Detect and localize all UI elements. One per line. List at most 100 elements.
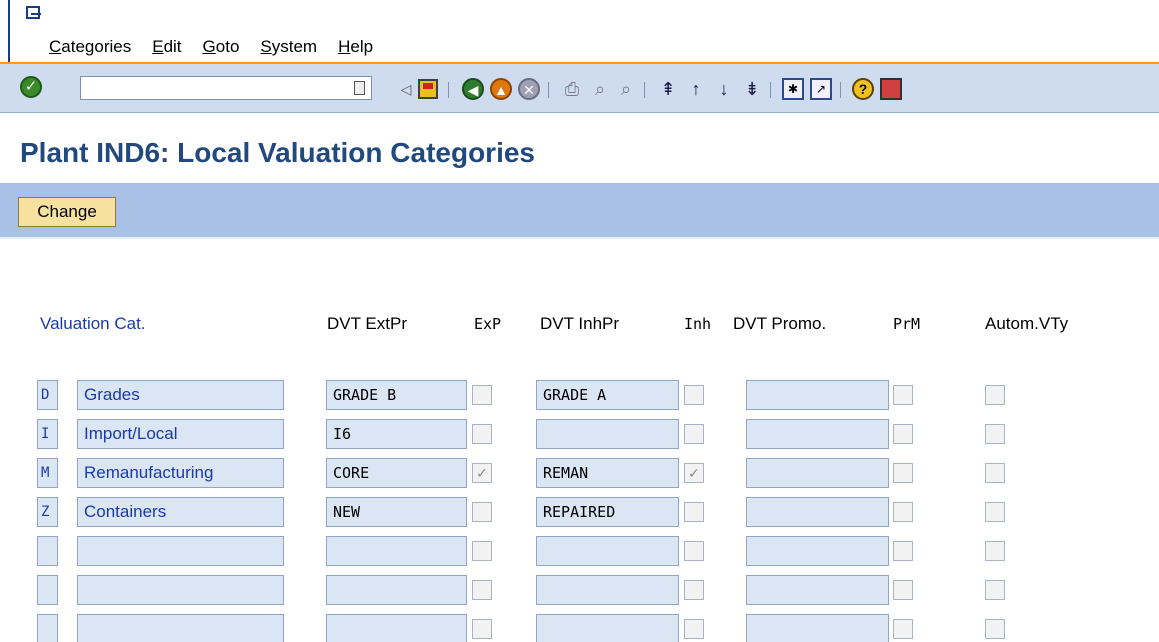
menu-item-system[interactable]: System [260,37,317,57]
inh-checkbox[interactable] [684,619,704,639]
dvt-extpr-field[interactable] [326,575,467,605]
valuation-cat-key-field[interactable] [37,614,58,642]
command-field[interactable] [80,76,372,100]
dvt-extpr-field[interactable] [326,536,467,566]
generate-shortcut-icon[interactable]: ↗ [810,78,832,100]
exp-checkbox[interactable] [472,502,492,522]
title-bar: Plant IND6: Local Valuation Categories [0,113,1159,183]
dvt-inhpr-field[interactable] [536,536,679,566]
page-title: Plant IND6: Local Valuation Categories [20,137,536,168]
customize-layout-icon[interactable] [880,78,902,100]
dvt-promo-field[interactable] [746,497,889,527]
prm-checkbox[interactable] [893,424,913,444]
inh-checkbox[interactable] [684,385,704,405]
valuation-cat-key-field[interactable] [37,536,58,566]
dvt-inhpr-field[interactable]: GRADE A [536,380,679,410]
dvt-promo-field[interactable] [746,575,889,605]
dvt-promo-field[interactable] [746,419,889,449]
dvt-extpr-field[interactable]: I6 [326,419,467,449]
valuation-cat-description-field[interactable] [77,575,284,605]
inh-checkbox[interactable]: ✓ [684,463,704,483]
last-page-icon[interactable]: ⇟ [740,78,764,100]
prm-checkbox[interactable] [893,619,913,639]
dvt-inhpr-field[interactable] [536,614,679,642]
valuation-cat-description-field[interactable] [77,536,284,566]
valuation-cat-description-field[interactable] [77,614,284,642]
back-small-icon[interactable]: ◁ [394,78,418,100]
window-edge [8,0,10,62]
dvt-extpr-field[interactable]: CORE [326,458,467,488]
inh-checkbox[interactable] [684,502,704,522]
autom-vty-checkbox[interactable] [985,385,1005,405]
exp-checkbox[interactable] [472,580,492,600]
cancel-icon[interactable]: ✕ [518,78,540,100]
application-toolbar: Change [0,183,1159,239]
valuation-cat-key-field[interactable]: I [37,419,58,449]
save-icon[interactable] [418,79,438,99]
system-menu-icon[interactable] [26,6,41,19]
valuation-cat-key-field[interactable] [37,575,58,605]
dvt-extpr-field[interactable]: GRADE B [326,380,467,410]
dvt-inhpr-field[interactable]: REPAIRED [536,497,679,527]
menu-item-categories[interactable]: Categories [49,37,131,57]
column-header-autom-vty: Autom.VTy [985,314,1069,333]
prm-checkbox[interactable] [893,502,913,522]
dvt-promo-field[interactable] [746,614,889,642]
dvt-extpr-field[interactable] [326,614,467,642]
next-page-icon[interactable]: ↓ [712,78,736,100]
valuation-cat-key-field[interactable]: D [37,380,58,410]
dvt-inhpr-field[interactable] [536,575,679,605]
exp-checkbox[interactable] [472,424,492,444]
create-session-icon[interactable]: ✱ [782,78,804,100]
dvt-extpr-field[interactable]: NEW [326,497,467,527]
valuation-categories-grid: Valuation Cat. DVT ExtPr ExP DVT InhPr I… [0,241,1159,642]
inh-checkbox[interactable] [684,541,704,561]
dvt-inhpr-field[interactable] [536,419,679,449]
enter-icon[interactable]: ✓ [20,76,42,98]
dvt-promo-field[interactable] [746,458,889,488]
command-history-icon[interactable] [354,81,365,95]
exit-icon[interactable]: ▲ [490,78,512,100]
toolbar-separator [840,82,841,98]
change-button[interactable]: Change [18,197,116,227]
autom-vty-checkbox[interactable] [985,502,1005,522]
valuation-cat-description-field[interactable]: Import/Local [77,419,284,449]
prm-checkbox[interactable] [893,541,913,561]
valuation-cat-description-field[interactable]: Remanufacturing [77,458,284,488]
exp-checkbox[interactable] [472,541,492,561]
previous-page-icon[interactable]: ↑ [684,78,708,100]
valuation-cat-description-field[interactable]: Grades [77,380,284,410]
dvt-inhpr-field[interactable]: REMAN [536,458,679,488]
valuation-cat-description-field[interactable]: Containers [77,497,284,527]
autom-vty-checkbox[interactable] [985,541,1005,561]
back-icon[interactable]: ◀ [462,78,484,100]
first-page-icon[interactable]: ⇞ [656,78,680,100]
column-header-valuation-cat: Valuation Cat. [40,314,146,333]
valuation-cat-key-field[interactable]: M [37,458,58,488]
help-icon[interactable]: ? [852,78,874,100]
valuation-cat-key-field[interactable]: Z [37,497,58,527]
toolbar-separator [644,82,645,98]
menu-item-edit[interactable]: Edit [152,37,181,57]
autom-vty-checkbox[interactable] [985,424,1005,444]
dvt-promo-field[interactable] [746,536,889,566]
exp-checkbox[interactable] [472,385,492,405]
menu: Categories Edit Goto System Help [49,37,373,57]
print-icon[interactable]: ⎙ [560,78,584,100]
autom-vty-checkbox[interactable] [985,463,1005,483]
prm-checkbox[interactable] [893,385,913,405]
prm-checkbox[interactable] [893,580,913,600]
column-header-prm: PrM [893,315,921,333]
menu-item-help[interactable]: Help [338,37,373,57]
exp-checkbox[interactable] [472,619,492,639]
find-next-icon[interactable]: ⌕ [614,78,638,100]
inh-checkbox[interactable] [684,580,704,600]
autom-vty-checkbox[interactable] [985,619,1005,639]
inh-checkbox[interactable] [684,424,704,444]
exp-checkbox[interactable]: ✓ [472,463,492,483]
find-icon[interactable]: ⌕ [588,78,612,100]
autom-vty-checkbox[interactable] [985,580,1005,600]
dvt-promo-field[interactable] [746,380,889,410]
prm-checkbox[interactable] [893,463,913,483]
menu-item-goto[interactable]: Goto [203,37,240,57]
